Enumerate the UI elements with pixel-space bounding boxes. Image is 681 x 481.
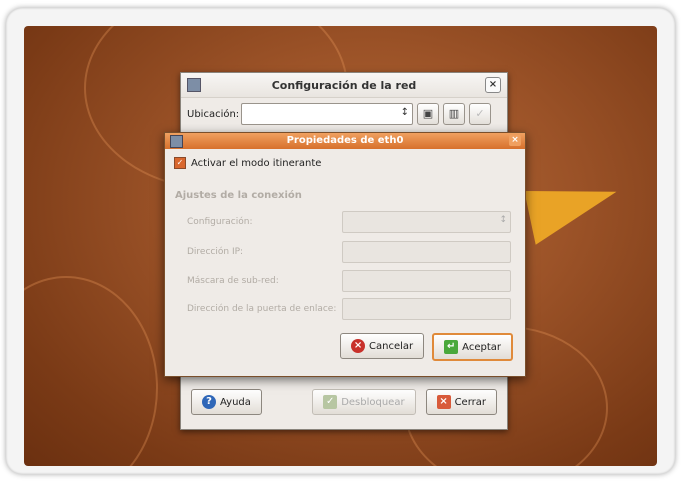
eth0-properties-dialog: Propiedades de eth0 × ✓ Activar el modo … [164, 132, 526, 377]
network-icon [187, 78, 201, 92]
configuration-select[interactable]: ↕ [342, 211, 511, 233]
location-label: Ubicación: [187, 108, 240, 120]
close-button-label: Cerrar [454, 396, 486, 408]
combo-arrow-icon: ↕ [400, 107, 409, 118]
cancel-button[interactable]: × Cancelar [340, 333, 425, 359]
ip-address-field[interactable] [342, 241, 511, 263]
connection-settings-heading: Ajustes de la conexión [175, 190, 302, 201]
unlock-button[interactable]: ✓ Desbloquear [312, 389, 416, 415]
apply-location-button[interactable]: ✓ [469, 103, 491, 125]
location-row: Ubicación: ↕ ▣ ▥ ✓ [187, 103, 491, 125]
window-titlebar: Configuración de la red × [181, 73, 507, 98]
ip-address-label: Dirección IP: [187, 247, 244, 257]
subnet-mask-label: Máscara de sub-red: [187, 276, 279, 286]
network-icon [170, 135, 183, 148]
roaming-checkbox-row[interactable]: ✓ Activar el modo itinerante [174, 157, 321, 169]
roaming-checkbox[interactable]: ✓ [174, 157, 186, 169]
right-button-group: ✓ Desbloquear × Cerrar [312, 389, 497, 415]
subnet-mask-field[interactable] [342, 270, 511, 292]
configuration-label: Configuración: [187, 217, 253, 227]
wallpaper-beak-shape [524, 172, 624, 245]
ip-address-row: Dirección IP: [187, 241, 511, 263]
floppy-icon: ▣ [422, 107, 434, 120]
help-button-label: Ayuda [220, 396, 251, 408]
cancel-button-label: Cancelar [369, 340, 414, 352]
dialog-title: Propiedades de eth0 [286, 135, 404, 146]
gateway-field[interactable] [342, 298, 511, 320]
unlock-button-label: Desbloquear [341, 396, 405, 408]
check-icon: ✓ [475, 107, 485, 120]
dialog-button-bar: × Cancelar ↵ Aceptar [340, 333, 513, 361]
gateway-row: Dirección de la puerta de enlace: [187, 298, 511, 320]
dialog-close-button[interactable]: × [509, 135, 521, 146]
combo-arrow-icon: ↕ [499, 215, 507, 225]
window-title: Configuración de la red [271, 78, 417, 92]
accept-button[interactable]: ↵ Aceptar [432, 333, 513, 361]
help-icon: ? [202, 395, 216, 409]
window-close-button[interactable]: × [485, 77, 501, 93]
roaming-label: Activar el modo itinerante [191, 157, 322, 169]
wallpaper-swirl [24, 276, 158, 466]
help-button[interactable]: ? Ayuda [191, 389, 262, 415]
gateway-label: Dirección de la puerta de enlace: [187, 304, 337, 314]
close-button[interactable]: × Cerrar [425, 389, 497, 415]
unlock-check-icon: ✓ [323, 395, 338, 409]
subnet-mask-row: Máscara de sub-red: [187, 270, 511, 292]
trash-icon: ▥ [448, 107, 460, 120]
window-button-bar: ? Ayuda ✓ Desbloquear × Cerrar [191, 389, 497, 415]
cancel-icon: × [351, 339, 366, 353]
close-x-icon: × [436, 395, 451, 409]
dialog-titlebar: Propiedades de eth0 × [165, 133, 525, 149]
accept-arrow-icon: ↵ [444, 340, 459, 354]
delete-location-button[interactable]: ▥ [443, 103, 465, 125]
save-location-button[interactable]: ▣ [417, 103, 439, 125]
accept-button-label: Aceptar [462, 341, 501, 353]
location-select[interactable]: ↕ [241, 103, 413, 125]
configuration-row: Configuración: ↕ [187, 211, 511, 233]
